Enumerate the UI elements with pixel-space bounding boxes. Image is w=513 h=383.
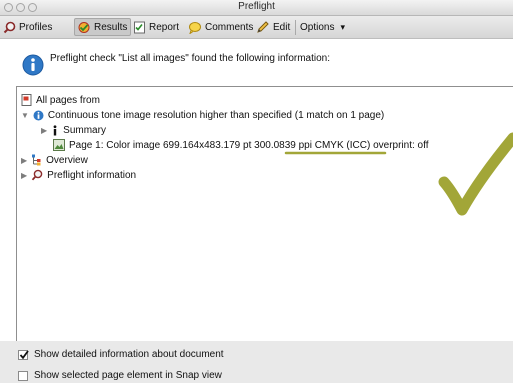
preflight-info-label: Preflight information [47, 169, 137, 181]
page-image-label: Page 1: Color image 699.164x483.179 pt 3… [69, 139, 429, 151]
tree-item-overview[interactable]: ▶ Overview [21, 153, 88, 167]
disclosure-closed-icon[interactable]: ▶ [41, 126, 47, 135]
magnifier-icon [31, 169, 43, 181]
comments-button[interactable]: Comments [188, 19, 253, 35]
tree-item-page-image[interactable]: Page 1: Color image 699.164x483.179 pt 3… [53, 138, 428, 152]
show-detailed-label: Show detailed information about document [34, 349, 224, 360]
tree-item-continuous-tone[interactable]: ▼ Continuous tone image resolution highe… [21, 108, 384, 122]
summary-label: Summary [63, 124, 106, 136]
info-small-icon [33, 110, 44, 120]
all-pages-label: All pages from [36, 94, 100, 106]
window-title: Preflight [238, 1, 275, 12]
edit-label: Edit [273, 21, 291, 33]
edit-button[interactable]: Edit [256, 19, 290, 35]
magnifier-icon [3, 21, 16, 33]
show-selected-checkbox[interactable] [18, 370, 28, 381]
show-selected-label: Show selected page element in Snap view [34, 370, 222, 381]
disclosure-closed-icon[interactable]: ▶ [21, 156, 27, 165]
options-label: Options [300, 21, 335, 33]
info-i-icon [53, 124, 57, 135]
options-menu[interactable]: Options ▾ [300, 19, 345, 35]
tab-results[interactable]: Results [74, 18, 132, 36]
profiles-button[interactable]: Profiles [3, 19, 52, 35]
comments-label: Comments [205, 21, 254, 33]
results-label: Results [94, 21, 128, 33]
toolbar-separator [295, 20, 296, 35]
checkmark-small-icon [19, 349, 29, 359]
disclosure-closed-icon[interactable]: ▶ [21, 171, 27, 180]
bottom-options-panel: Show detailed information about document… [0, 341, 513, 383]
results-tree[interactable]: All pages from ▼ Continuous tone image r… [16, 86, 513, 342]
pencil-icon [257, 20, 269, 33]
profiles-label: Profiles [19, 21, 53, 33]
disclosure-open-icon[interactable]: ▼ [21, 111, 29, 120]
show-detailed-checkbox[interactable] [18, 349, 29, 360]
chevron-down-icon: ▾ [340, 21, 345, 32]
title-bar: Preflight [0, 0, 513, 16]
report-icon [134, 21, 145, 33]
comments-icon [189, 21, 201, 34]
info-icon [22, 54, 44, 76]
report-label: Report [149, 21, 180, 33]
document-icon [21, 94, 32, 106]
image-icon [53, 139, 65, 151]
tree-item-preflight-info[interactable]: ▶ Preflight information [21, 168, 136, 182]
tree-item-summary[interactable]: ▶ Summary [41, 123, 106, 137]
overview-label: Overview [46, 154, 88, 166]
tree-item-all-pages[interactable]: All pages from [21, 93, 100, 107]
show-detailed-option[interactable]: Show detailed information about document [18, 349, 224, 360]
show-selected-option[interactable]: Show selected page element in Snap view [18, 370, 222, 381]
preflight-message: Preflight check "List all images" found … [50, 53, 331, 64]
toolbar: Profiles Results Report Comments Edit Op… [0, 16, 513, 39]
continuous-tone-label: Continuous tone image resolution higher … [47, 109, 385, 121]
overview-icon [32, 154, 41, 166]
results-icon [78, 21, 90, 33]
report-button[interactable]: Report [133, 19, 179, 35]
